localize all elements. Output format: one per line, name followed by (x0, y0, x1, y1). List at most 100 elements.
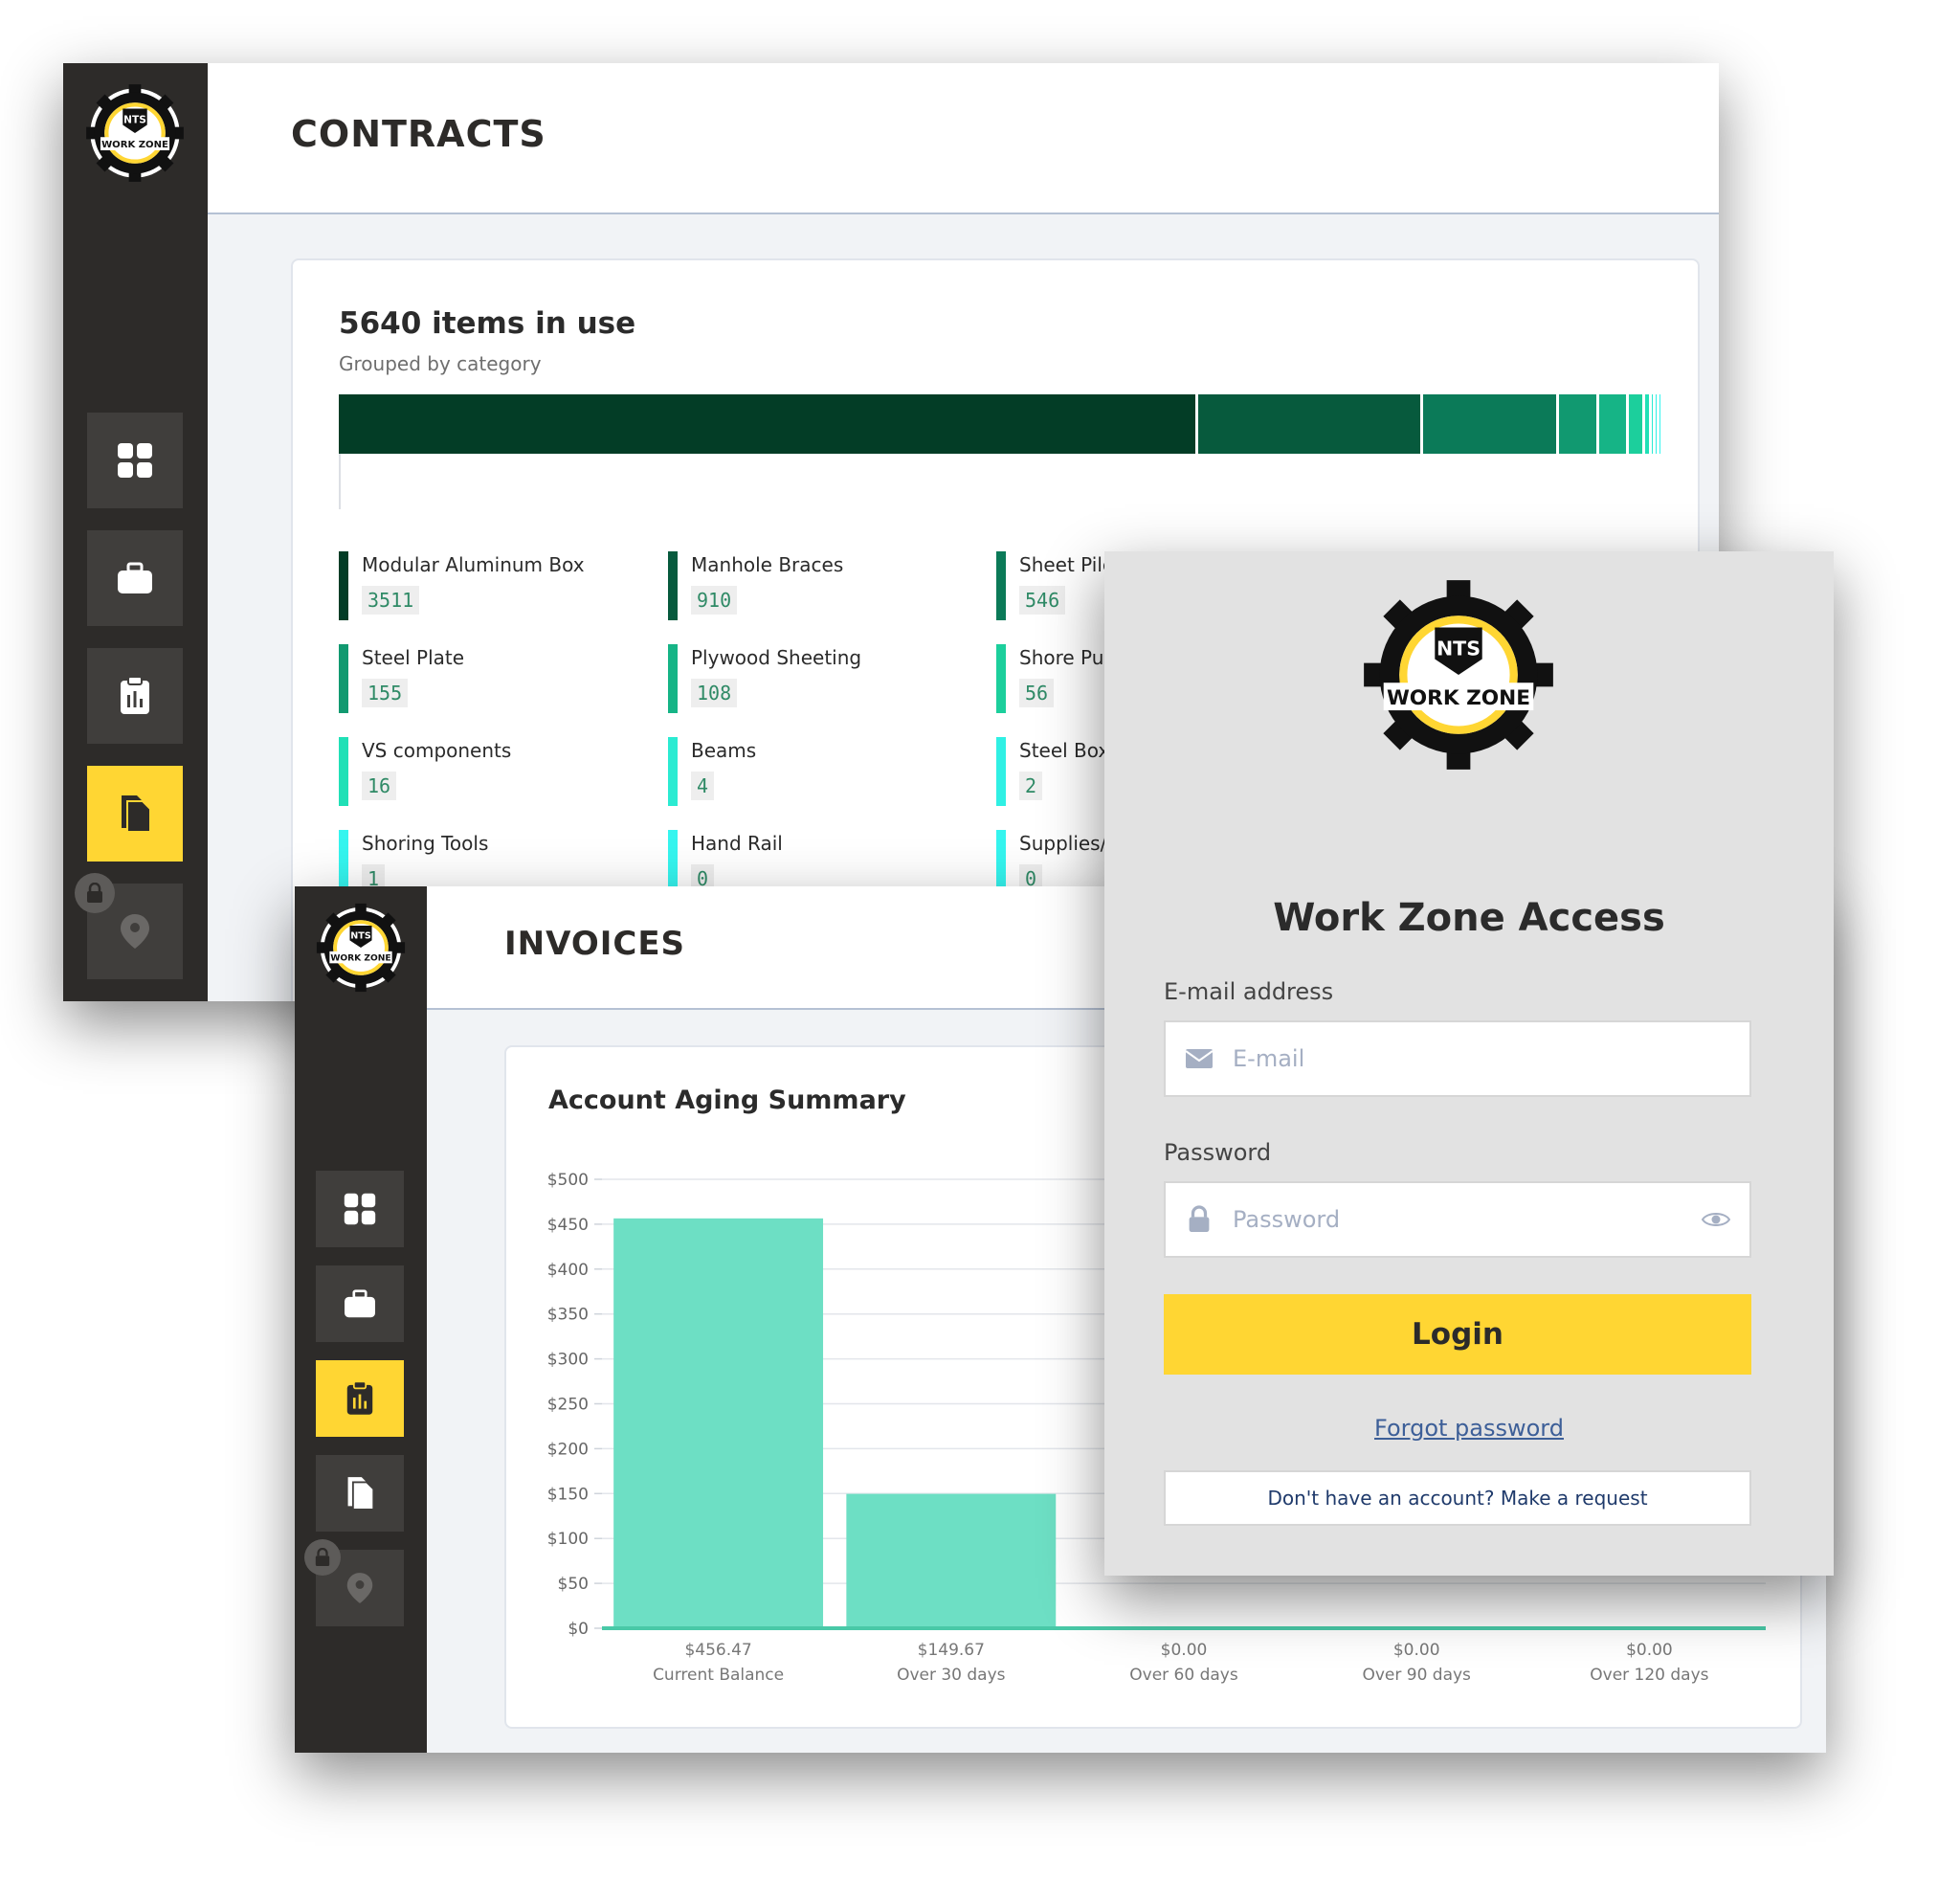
bar-axis-tick (339, 454, 341, 509)
bar-value-label: $0.00 (1626, 1641, 1673, 1660)
usage-segment (1644, 394, 1652, 454)
legend-swatch (668, 737, 678, 806)
locations-lock-badge (304, 1539, 341, 1576)
gear-logo-icon: NTS WORK ZONE (86, 84, 184, 182)
document-icon (347, 1477, 375, 1511)
login-dialog: NTS WORK ZONE Work Zone Access E-mail ad… (1104, 551, 1834, 1576)
document-icon (122, 795, 151, 833)
logo-work-zone-text: WORK ZONE (101, 140, 168, 150)
usage-segment (1422, 394, 1559, 454)
logo-nts-text: NTS (1437, 637, 1481, 660)
contracts-header: CONTRACTS (208, 63, 1719, 214)
legend-value: 108 (691, 679, 738, 707)
bar-value-label: $0.00 (1161, 1641, 1208, 1660)
nav-jobs-button[interactable] (316, 1265, 404, 1342)
usage-segment (1628, 394, 1645, 454)
legend-item: Steel Plate 155 (339, 644, 645, 715)
lock-icon (87, 883, 102, 903)
legend-label: VS components (362, 739, 512, 762)
request-account-button[interactable]: Don't have an account? Make a request (1164, 1470, 1751, 1526)
nav-dashboard-button[interactable] (316, 1171, 404, 1247)
legend-swatch (996, 644, 1006, 713)
nav-jobs-button[interactable] (87, 530, 183, 626)
dashboard-grid-icon (118, 443, 152, 478)
clipboard-chart-icon (121, 676, 149, 714)
aging-bar (613, 1218, 824, 1628)
map-pin-icon (346, 1573, 373, 1603)
legend-swatch (996, 551, 1006, 620)
y-tick-label: $500 (547, 1171, 589, 1190)
bar-value-label: $149.67 (918, 1641, 985, 1660)
y-tick-label: $300 (547, 1351, 589, 1370)
dashboard-grid-icon (344, 1193, 376, 1225)
usage-segment (339, 394, 1198, 454)
forgot-password-link[interactable]: Forgot password (1104, 1415, 1834, 1442)
nav-contracts-button[interactable] (316, 1455, 404, 1532)
legend-label: Steel Box (1019, 739, 1110, 762)
legend-label: Shore Pu (1019, 646, 1104, 669)
legend-item: Plywood Sheeting 108 (668, 644, 974, 715)
legend-label: Steel Plate (362, 646, 465, 669)
briefcase-icon (345, 1289, 375, 1318)
invoices-sidebar: NTS WORK ZONE (295, 886, 427, 1753)
logo-nts-text: NTS (123, 114, 146, 125)
locations-lock-badge (75, 873, 115, 913)
y-tick-label: $100 (547, 1530, 589, 1549)
usage-segment (1659, 394, 1663, 454)
nts-work-zone-logo[interactable]: NTS WORK ZONE (84, 82, 186, 184)
legend-label: Sheet Pile (1019, 553, 1115, 576)
logo-work-zone-text: WORK ZONE (1387, 686, 1530, 710)
login-button[interactable]: Login (1164, 1294, 1751, 1375)
legend-swatch (668, 644, 678, 713)
x-category-label: Over 30 days (897, 1666, 1006, 1685)
show-password-eye-icon[interactable] (1682, 1210, 1749, 1229)
logo-nts-text: NTS (350, 930, 371, 941)
legend-swatch (339, 551, 348, 620)
map-pin-icon (121, 914, 149, 949)
usage-segment (1197, 394, 1423, 454)
legend-value: 910 (691, 586, 738, 615)
legend-item: Modular Aluminum Box 3511 (339, 551, 645, 622)
y-tick-label: $250 (547, 1396, 589, 1415)
y-tick-label: $50 (558, 1575, 589, 1594)
legend-swatch (339, 644, 348, 713)
legend-value: 56 (1019, 679, 1055, 707)
nts-work-zone-logo: NTS WORK ZONE (1360, 576, 1557, 773)
nav-contracts-button[interactable] (87, 766, 183, 862)
nts-work-zone-logo[interactable]: NTS WORK ZONE (315, 902, 407, 994)
x-category-label: Over 120 days (1590, 1666, 1708, 1685)
y-tick-label: $450 (547, 1216, 589, 1235)
x-category-label: Over 90 days (1362, 1666, 1471, 1685)
nav-invoices-button[interactable] (316, 1360, 404, 1437)
email-field[interactable] (1233, 1022, 1749, 1095)
legend-value: 546 (1019, 586, 1066, 615)
y-tick-label: $200 (547, 1440, 589, 1459)
legend-value: 3511 (362, 586, 420, 615)
briefcase-icon (118, 562, 152, 593)
legend-value: 16 (362, 772, 397, 800)
lock-icon (315, 1548, 330, 1566)
y-tick-label: $350 (547, 1306, 589, 1325)
legend-swatch (339, 737, 348, 806)
items-in-use-title: 5640 items in use (339, 306, 636, 341)
legend-label: Modular Aluminum Box (362, 553, 585, 576)
logo-work-zone-text: WORK ZONE (330, 953, 390, 963)
password-field[interactable] (1233, 1183, 1682, 1256)
legend-item: Manhole Braces 910 (668, 551, 974, 622)
legend-swatch (668, 551, 678, 620)
y-tick-label: $150 (547, 1485, 589, 1504)
nav-dashboard-button[interactable] (87, 413, 183, 508)
gear-logo-icon: NTS WORK ZONE (1364, 580, 1553, 770)
password-field-box[interactable] (1164, 1181, 1751, 1258)
email-field-box[interactable] (1164, 1020, 1751, 1097)
aging-bar (846, 1493, 1057, 1628)
lock-icon (1166, 1205, 1233, 1234)
bar-value-label: $0.00 (1393, 1641, 1440, 1660)
contracts-sidebar: NTS WORK ZONE (63, 63, 208, 1001)
nav-invoices-button[interactable] (87, 648, 183, 744)
items-in-use-subtitle: Grouped by category (339, 352, 542, 375)
password-label: Password (1164, 1139, 1272, 1166)
x-category-label: Over 60 days (1129, 1666, 1238, 1685)
bar-value-label: $456.47 (684, 1641, 751, 1660)
y-tick-label: $0 (568, 1620, 589, 1639)
